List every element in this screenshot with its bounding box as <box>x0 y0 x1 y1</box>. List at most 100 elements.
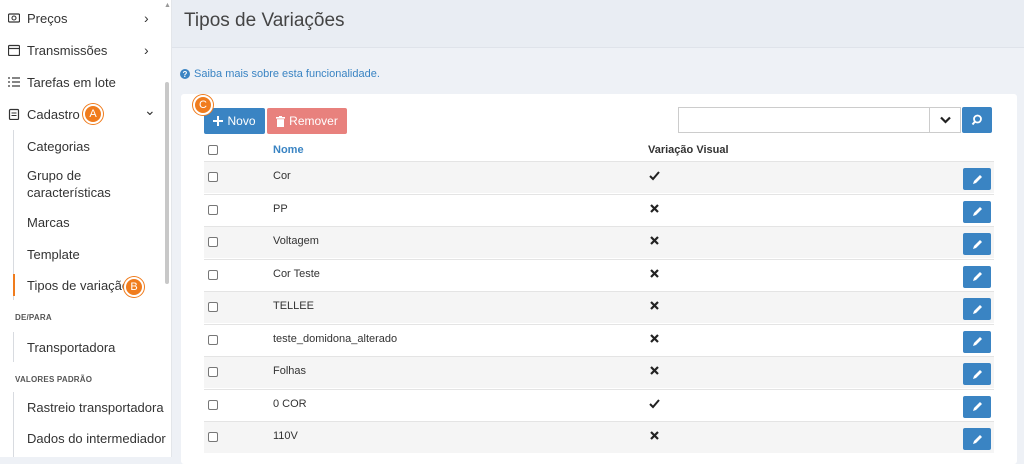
row-checkbox[interactable] <box>208 367 218 377</box>
row-checkbox[interactable] <box>208 237 218 247</box>
sidebar-item-transmissoes[interactable]: Transmissões › <box>0 34 160 66</box>
table-row: 0 COR <box>204 388 994 421</box>
sidebar-item-label: Transmissões <box>27 42 108 58</box>
info-link-text: Saiba mais sobre esta funcionalidade. <box>194 68 380 80</box>
row-checkbox[interactable] <box>208 432 218 442</box>
cell-name: Voltagem <box>273 235 319 247</box>
cell-name: teste_domidona_alterado <box>273 332 398 345</box>
table-row: PP <box>204 193 994 226</box>
sidebar-subitem-marcas[interactable]: Marcas <box>27 214 70 231</box>
remover-button[interactable]: Remover <box>267 108 347 134</box>
trash-icon <box>276 115 286 127</box>
calendar-icon <box>8 44 20 56</box>
sidebar-item-cadastro[interactable]: Cadastro ⌄ <box>0 98 160 130</box>
edit-button[interactable] <box>963 233 991 255</box>
active-indicator <box>13 274 15 296</box>
pencil-icon <box>972 239 982 249</box>
column-header-variacao-visual: Variação Visual <box>648 144 729 156</box>
search-icon <box>971 114 982 126</box>
chevron-down-icon <box>939 116 951 124</box>
x-icon <box>650 203 659 213</box>
submenu-line <box>13 392 14 457</box>
row-checkbox[interactable] <box>208 269 218 280</box>
submenu-line <box>13 332 14 362</box>
sidebar-subitem-transportadora[interactable]: Transportadora <box>27 339 115 356</box>
page-title: Tipos de Variações <box>184 10 345 31</box>
table-row: teste_domidona_alterado <box>204 323 994 356</box>
sidebar-item-label: Tarefas em lote <box>27 74 116 90</box>
row-checkbox[interactable] <box>208 334 218 345</box>
plus-icon <box>213 116 224 126</box>
pencil-icon <box>972 304 982 314</box>
table-row: Cor Teste <box>204 258 994 291</box>
pencil-icon <box>972 369 982 379</box>
cell-name: Cor <box>273 170 291 182</box>
check-icon <box>649 398 660 408</box>
section-title-depara: DE/PARA <box>15 313 52 322</box>
remover-button-label: Remover <box>289 114 338 128</box>
edit-button[interactable] <box>963 200 991 223</box>
x-icon <box>650 366 659 375</box>
row-checkbox[interactable] <box>208 399 218 410</box>
pencil-icon <box>972 272 982 281</box>
sidebar-subitem-categorias[interactable]: Categorias <box>27 138 90 155</box>
cell-name: 0 COR <box>273 397 307 410</box>
scroll-up-arrow[interactable]: ▲ <box>164 2 171 9</box>
sidebar-item-label: Cadastro <box>27 106 80 122</box>
pencil-icon <box>972 174 982 184</box>
sidebar-subitem-template[interactable]: Template <box>27 246 80 263</box>
cell-name: 110V <box>273 430 298 442</box>
sidebar: Preços › Transmissões › Tarefas em lote … <box>0 0 172 457</box>
sidebar-item-precos[interactable]: Preços › <box>0 2 160 34</box>
badge-a: A <box>83 104 103 124</box>
sidebar-subitem-grupo-caracteristicas[interactable]: Grupo de características <box>27 167 147 201</box>
edit-button[interactable] <box>963 265 991 288</box>
novo-button[interactable]: Novo <box>204 108 265 134</box>
sidebar-subitem-rastreio[interactable]: Rastreio transportadora <box>27 399 164 416</box>
row-checkbox[interactable] <box>208 172 218 182</box>
table-row: Voltagem <box>204 226 994 258</box>
chevron-right-icon: › <box>144 42 149 58</box>
edit-button[interactable] <box>963 395 991 418</box>
table-row: TELLEE <box>204 291 994 323</box>
pencil-icon <box>972 337 982 346</box>
list-icon <box>8 77 20 87</box>
row-checkbox[interactable] <box>208 302 218 312</box>
edit-button[interactable] <box>963 298 991 320</box>
table-row: 110V <box>204 421 994 453</box>
sidebar-scrollbar[interactable] <box>165 82 169 284</box>
select-all-checkbox[interactable] <box>208 145 218 155</box>
clipboard-icon <box>8 108 20 120</box>
pencil-icon <box>972 434 982 444</box>
sidebar-item-tarefas[interactable]: Tarefas em lote <box>0 66 160 98</box>
row-checkbox[interactable] <box>208 204 218 215</box>
info-link[interactable]: ? Saiba mais sobre esta funcionalidade. <box>180 68 380 80</box>
search-dropdown-toggle[interactable] <box>930 107 961 133</box>
edit-button[interactable] <box>963 168 991 190</box>
cell-name: PP <box>273 202 288 215</box>
edit-button[interactable] <box>963 363 991 385</box>
sidebar-subitem-tipos-variacao[interactable]: Tipos de variação <box>27 277 129 294</box>
edit-button[interactable] <box>963 330 991 353</box>
pencil-icon <box>972 402 982 411</box>
search-button[interactable] <box>962 107 992 133</box>
section-title-valores: VALORES PADRÃO <box>15 375 93 384</box>
column-header-nome[interactable]: Nome <box>273 144 304 156</box>
cell-name: Cor Teste <box>273 267 320 280</box>
badge-b: B <box>124 277 144 297</box>
x-icon <box>650 431 659 440</box>
chevron-right-icon: › <box>144 10 149 26</box>
novo-button-label: Novo <box>227 114 256 128</box>
table-row: Folhas <box>204 356 994 388</box>
price-tag-icon <box>8 13 20 23</box>
cell-name: Folhas <box>273 365 307 377</box>
search-input[interactable] <box>678 107 930 133</box>
sidebar-subitem-intermediador[interactable]: Dados do intermediador <box>27 430 166 447</box>
check-icon <box>649 171 660 181</box>
question-icon: ? <box>180 69 190 79</box>
table-row: Cor <box>204 161 994 193</box>
badge-c: C <box>193 95 213 115</box>
pencil-icon <box>972 207 982 216</box>
edit-button[interactable] <box>963 428 991 450</box>
x-icon <box>650 333 659 343</box>
